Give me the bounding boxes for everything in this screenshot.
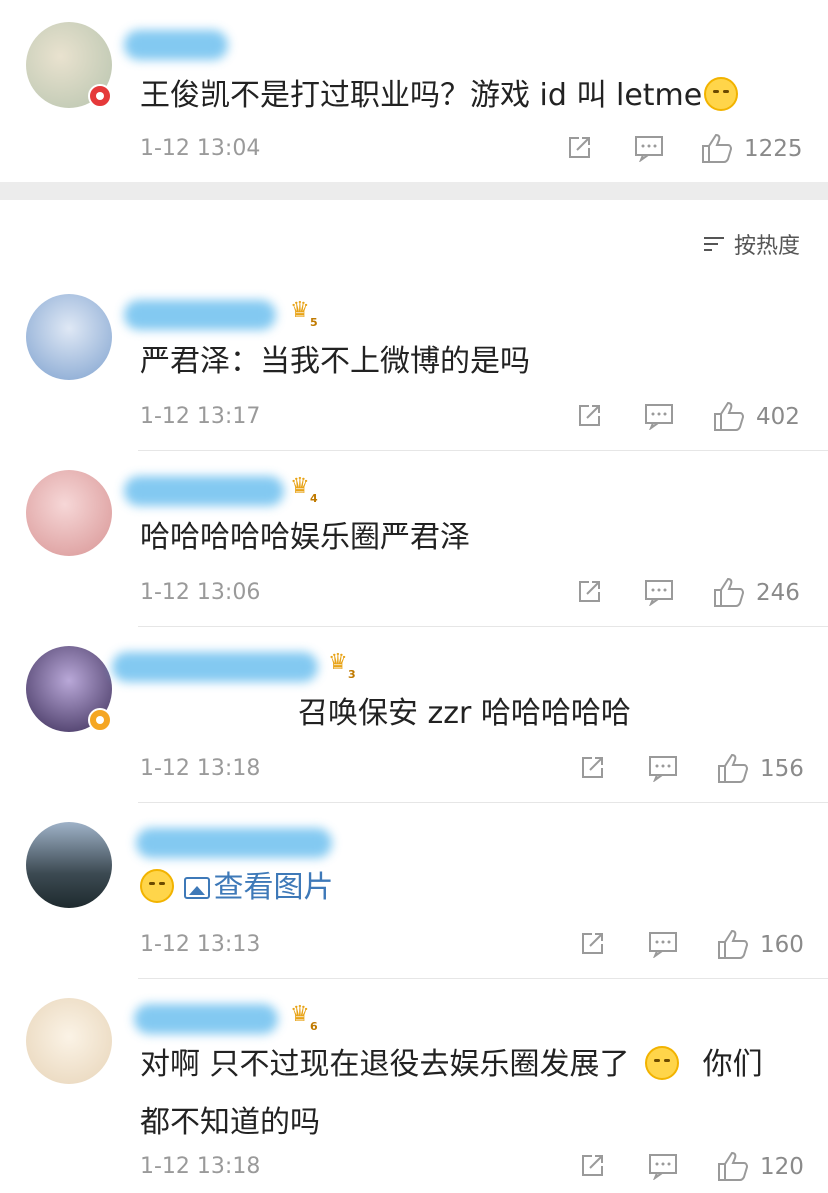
vip-level: 3: [348, 668, 356, 681]
comment-text[interactable]: 对啊 只不过现在退役去娱乐圈发展了 你们 都不知道的吗: [140, 1036, 810, 1152]
avatar[interactable]: [26, 998, 112, 1084]
like-count: 1225: [744, 136, 803, 162]
comment-text[interactable]: 查看图片: [140, 866, 334, 910]
avatar[interactable]: [26, 822, 112, 908]
sweat-emoji-icon: [704, 77, 739, 111]
comment-time: 1-12 13:17: [140, 404, 261, 429]
comment-icon[interactable]: [648, 930, 678, 958]
comment-icon[interactable]: [634, 134, 664, 162]
username[interactable]: [124, 300, 276, 330]
comment-icon[interactable]: [644, 578, 674, 606]
avatar[interactable]: [26, 470, 112, 556]
share-icon[interactable]: [575, 578, 603, 606]
comment-text[interactable]: 王俊凯不是打过职业吗？游戏 id 叫 letme: [140, 74, 739, 118]
comment-time: 1-12 13:06: [140, 580, 261, 605]
like-icon[interactable]: [716, 1150, 750, 1182]
verified-badge-icon: [88, 708, 112, 732]
like-icon[interactable]: [716, 752, 750, 784]
vip-crown-icon: ♛: [328, 650, 348, 675]
comment-icon[interactable]: [648, 754, 678, 782]
vip-crown-icon: ♛: [290, 1002, 310, 1027]
username[interactable]: [124, 476, 284, 506]
like-count: 156: [760, 756, 804, 782]
like-count: 402: [756, 404, 800, 430]
comment-divider: [138, 450, 828, 451]
comment-divider: [138, 802, 828, 803]
share-icon[interactable]: [578, 1152, 606, 1180]
comment-time: 1-12 13:13: [140, 932, 261, 957]
vip-crown-icon: ♛: [290, 298, 310, 323]
share-icon[interactable]: [578, 930, 606, 958]
comment-icon[interactable]: [644, 402, 674, 430]
like-count: 246: [756, 580, 800, 606]
thinking-emoji-icon: [140, 869, 174, 903]
sort-by-hot-button[interactable]: 按热度: [703, 228, 800, 260]
shrug-emoji-icon: [645, 1046, 680, 1080]
vip-level: 4: [310, 492, 318, 505]
comment-icon[interactable]: [648, 1152, 678, 1180]
comment-text[interactable]: 严君泽：当我不上微博的是吗: [140, 340, 530, 384]
image-icon: [183, 877, 210, 899]
sort-icon: [703, 233, 728, 255]
username[interactable]: [134, 1004, 278, 1034]
like-icon[interactable]: [700, 132, 734, 164]
comment-divider: [138, 626, 828, 627]
share-icon[interactable]: [578, 754, 606, 782]
username[interactable]: [124, 30, 228, 60]
avatar[interactable]: [26, 294, 112, 380]
comment-divider: [138, 978, 828, 979]
comment-text[interactable]: 哈哈哈哈哈娱乐圈严君泽: [140, 516, 470, 560]
share-icon[interactable]: [575, 402, 603, 430]
verified-badge-icon: [88, 84, 112, 108]
like-icon[interactable]: [716, 928, 750, 960]
vip-crown-icon: ♛: [290, 474, 310, 499]
comment-time: 1-12 13:18: [140, 756, 261, 781]
comment-time: 1-12 13:18: [140, 1154, 261, 1179]
share-icon[interactable]: [565, 134, 593, 162]
like-count: 120: [760, 1154, 804, 1180]
like-icon[interactable]: [712, 400, 746, 432]
vip-level: 5: [310, 316, 318, 329]
section-divider: [0, 182, 828, 200]
comment-time: 1-12 13:04: [140, 136, 261, 161]
view-image-link[interactable]: 查看图片: [183, 870, 334, 905]
username[interactable]: [112, 652, 318, 682]
like-count: 160: [760, 932, 804, 958]
like-icon[interactable]: [712, 576, 746, 608]
vip-level: 6: [310, 1020, 318, 1033]
comment-text[interactable]: 召唤保安 zzr 哈哈哈哈哈: [298, 692, 631, 736]
sort-label: 按热度: [733, 234, 800, 259]
username[interactable]: [136, 828, 332, 858]
